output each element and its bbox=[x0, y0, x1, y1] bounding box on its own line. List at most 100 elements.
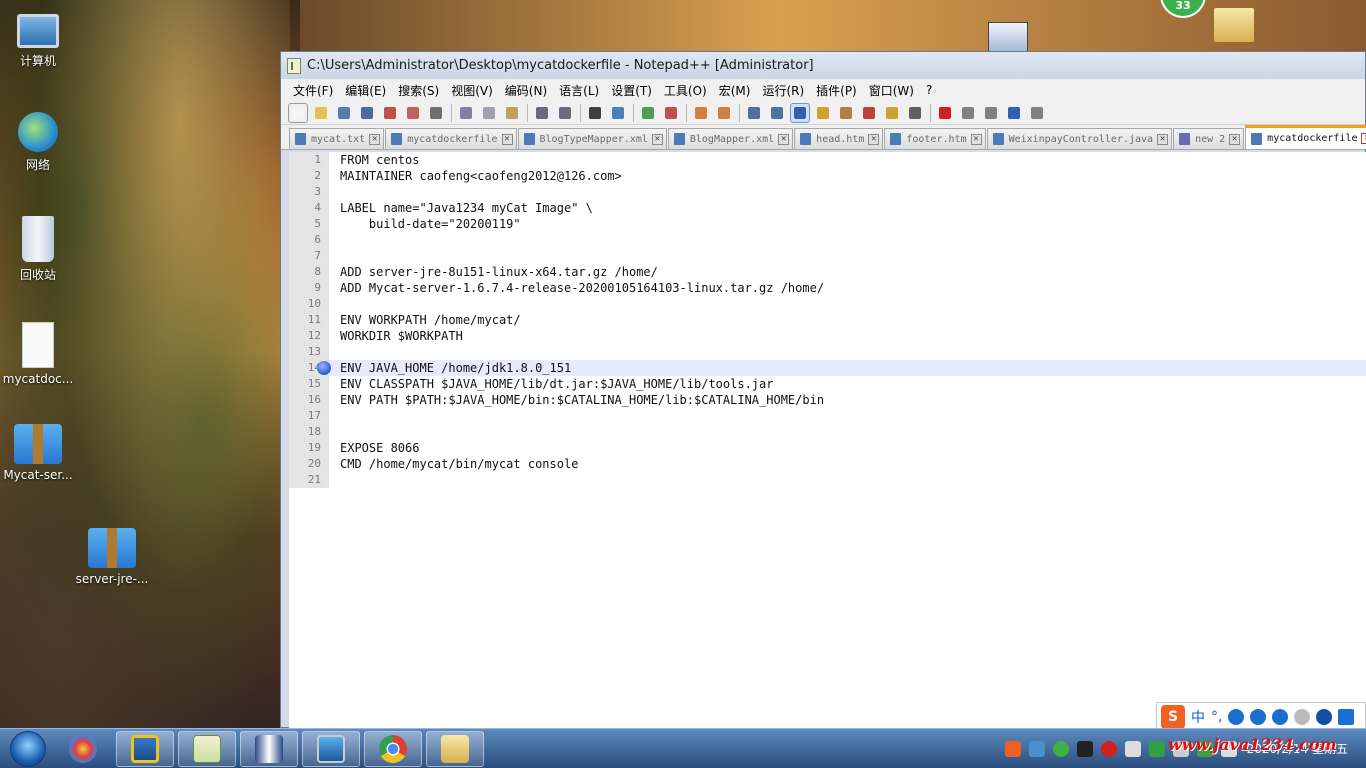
function-list-icon[interactable] bbox=[860, 104, 878, 122]
tab-close-icon[interactable]: ✕ bbox=[970, 133, 982, 145]
code-line[interactable]: 7 bbox=[289, 248, 1366, 264]
print-icon[interactable] bbox=[427, 104, 445, 122]
close-icon[interactable] bbox=[381, 104, 399, 122]
close-all-icon[interactable] bbox=[404, 104, 422, 122]
desktop-icon-recycle-bin[interactable]: 回收站 bbox=[0, 216, 76, 283]
tab-close-icon[interactable]: ✕ bbox=[1229, 133, 1241, 145]
skin-icon[interactable] bbox=[1316, 709, 1333, 725]
menu-settings[interactable]: 设置(T) bbox=[605, 82, 658, 99]
new-file-icon[interactable] bbox=[288, 102, 308, 123]
menu-help[interactable]: ? bbox=[920, 83, 938, 97]
tab-close-icon[interactable]: ✕ bbox=[778, 133, 790, 145]
cut-icon[interactable] bbox=[457, 104, 475, 122]
taskbar-app-picasa[interactable] bbox=[54, 731, 112, 767]
menu-macro[interactable]: 宏(M) bbox=[713, 82, 757, 99]
tab-close-icon[interactable]: ✕ bbox=[1157, 133, 1169, 145]
code-line[interactable]: 20 CMD /home/mycat/bin/mycat console bbox=[289, 456, 1366, 472]
tab-mycat-txt[interactable]: mycat.txt ✕ bbox=[289, 128, 385, 149]
monitoring-icon[interactable] bbox=[906, 104, 924, 122]
code-line[interactable]: 11 ENV WORKPATH /home/mycat/ bbox=[289, 312, 1366, 328]
code-line[interactable]: 13 bbox=[289, 344, 1366, 360]
keyboard-icon[interactable] bbox=[1272, 709, 1289, 725]
code-line[interactable]: 2 MAINTAINER caofeng<caofeng2012@126.com> bbox=[289, 168, 1366, 184]
bookmark-icon[interactable] bbox=[317, 361, 331, 375]
code-line[interactable]: 8 ADD server-jre-8u151-linux-x64.tar.gz /… bbox=[289, 264, 1366, 280]
undo-icon[interactable] bbox=[533, 104, 551, 122]
play-macro-icon[interactable] bbox=[982, 104, 1000, 122]
menu-search[interactable]: 搜索(S) bbox=[392, 82, 445, 99]
folder-workspace-icon[interactable] bbox=[883, 104, 901, 122]
title-bar[interactable]: C:\Users\Administrator\Desktop\mycatdock… bbox=[281, 52, 1365, 79]
zoom-in-icon[interactable] bbox=[639, 104, 657, 122]
code-line[interactable]: 14 ENV JAVA_HOME /home/jdk1.8.0_151 bbox=[289, 360, 1366, 376]
tab-mycatdockerfile[interactable]: mycatdockerfile ✕ bbox=[385, 128, 517, 149]
taskbar-app-xshell[interactable] bbox=[240, 730, 298, 767]
sync-vertical-icon[interactable] bbox=[692, 104, 710, 122]
menu-encoding[interactable]: 编码(N) bbox=[499, 82, 553, 99]
redo-icon[interactable] bbox=[556, 104, 574, 122]
show-all-chars-icon[interactable] bbox=[768, 104, 786, 122]
usb-tray-icon[interactable] bbox=[1124, 741, 1141, 757]
record-macro-icon[interactable] bbox=[936, 104, 954, 122]
sogou-logo-icon[interactable]: S bbox=[1161, 705, 1185, 729]
tab-close-icon[interactable]: ✕ bbox=[369, 133, 381, 145]
zoom-out-icon[interactable] bbox=[662, 104, 680, 122]
desktop-icon-computer[interactable]: 计算机 bbox=[0, 8, 76, 69]
taskbar-app-explorer[interactable] bbox=[426, 730, 484, 767]
indent-guide-icon[interactable] bbox=[790, 102, 810, 123]
run-macro-multiple-icon[interactable] bbox=[1005, 104, 1023, 122]
menu-view[interactable]: 视图(V) bbox=[445, 82, 499, 99]
replace-icon[interactable] bbox=[609, 104, 627, 122]
code-line[interactable]: 3 bbox=[289, 184, 1366, 200]
find-icon[interactable] bbox=[586, 104, 604, 122]
folder-icon[interactable] bbox=[1214, 8, 1254, 42]
taskbar-app-virtualbox[interactable] bbox=[116, 730, 174, 767]
code-line[interactable]: 19 EXPOSE 8066 bbox=[289, 440, 1366, 456]
tab-weixinpaycontroller-java[interactable]: WeixinpayController.java ✕ bbox=[986, 128, 1173, 149]
taskbar-app-remote-desktop[interactable] bbox=[302, 730, 360, 767]
tab-mycatdockerfile-active[interactable]: mycatdockerfile ✕ bbox=[1245, 125, 1366, 149]
code-line[interactable]: 17 bbox=[289, 408, 1366, 424]
paste-icon[interactable] bbox=[503, 104, 521, 122]
desktop-icon-network[interactable]: 网络 bbox=[0, 112, 76, 173]
microphone-icon[interactable] bbox=[1250, 709, 1267, 725]
tab-footer-htm[interactable]: footer.htm ✕ bbox=[884, 128, 986, 149]
save-icon[interactable] bbox=[335, 104, 353, 122]
copy-icon[interactable] bbox=[480, 104, 498, 122]
user-language-icon[interactable] bbox=[814, 104, 832, 122]
network-tray-icon[interactable] bbox=[1028, 741, 1045, 757]
code-line[interactable]: 5 build-date="20200119" bbox=[289, 216, 1366, 232]
tab-new-2[interactable]: new 2 ✕ bbox=[1173, 128, 1245, 149]
start-button[interactable] bbox=[6, 729, 50, 768]
code-line[interactable]: 16 ENV PATH $PATH:$JAVA_HOME/bin:$CATALIN… bbox=[289, 392, 1366, 408]
tab-close-icon[interactable]: ✕ bbox=[1361, 133, 1366, 144]
open-file-icon[interactable] bbox=[312, 104, 330, 122]
word-wrap-icon[interactable] bbox=[745, 104, 763, 122]
shield-tray-icon[interactable] bbox=[1148, 741, 1165, 757]
menu-run[interactable]: 运行(R) bbox=[756, 82, 810, 99]
monitor-tray-icon[interactable] bbox=[1076, 741, 1093, 757]
sync-horizontal-icon[interactable] bbox=[715, 104, 733, 122]
editor-area[interactable]: 1 FROM centos 2 MAINTAINER caofeng<caofeng2… bbox=[289, 152, 1366, 728]
taskbar-app-chrome[interactable] bbox=[364, 730, 422, 767]
tab-blogmapper-xml[interactable]: BlogMapper.xml ✕ bbox=[667, 128, 794, 149]
tab-close-icon[interactable]: ✕ bbox=[651, 133, 663, 145]
code-line[interactable]: 21 bbox=[289, 472, 1366, 488]
ime-punctuation-toggle[interactable]: °, bbox=[1211, 709, 1222, 725]
desktop-icon-mycat-server[interactable]: Mycat-ser... bbox=[0, 424, 76, 482]
code-line[interactable]: 1 FROM centos bbox=[289, 152, 1366, 168]
doc-map-icon[interactable] bbox=[837, 104, 855, 122]
add-tray-icon[interactable] bbox=[1052, 741, 1069, 757]
ime-mode-toggle[interactable]: 中 bbox=[1191, 707, 1205, 727]
code-line[interactable]: 10 bbox=[289, 296, 1366, 312]
code-line[interactable]: 9 ADD Mycat-server-1.6.7.4-release-202001… bbox=[289, 280, 1366, 296]
tab-blogtypemapper-xml[interactable]: BlogTypeMapper.xml ✕ bbox=[517, 128, 667, 149]
toolbox-icon[interactable] bbox=[1338, 709, 1355, 725]
desktop-icon-mycatdockerfile[interactable]: mycatdoc... bbox=[0, 322, 76, 386]
code-view[interactable]: 1 FROM centos 2 MAINTAINER caofeng<caofeng2… bbox=[289, 152, 1366, 728]
code-line[interactable]: 18 bbox=[289, 424, 1366, 440]
tab-close-icon[interactable]: ✕ bbox=[868, 133, 880, 145]
taskbar-app-notepadpp[interactable] bbox=[178, 730, 236, 767]
code-line[interactable]: 15 ENV CLASSPATH $JAVA_HOME/lib/dt.jar:$J… bbox=[289, 376, 1366, 392]
save-all-icon[interactable] bbox=[358, 104, 376, 122]
